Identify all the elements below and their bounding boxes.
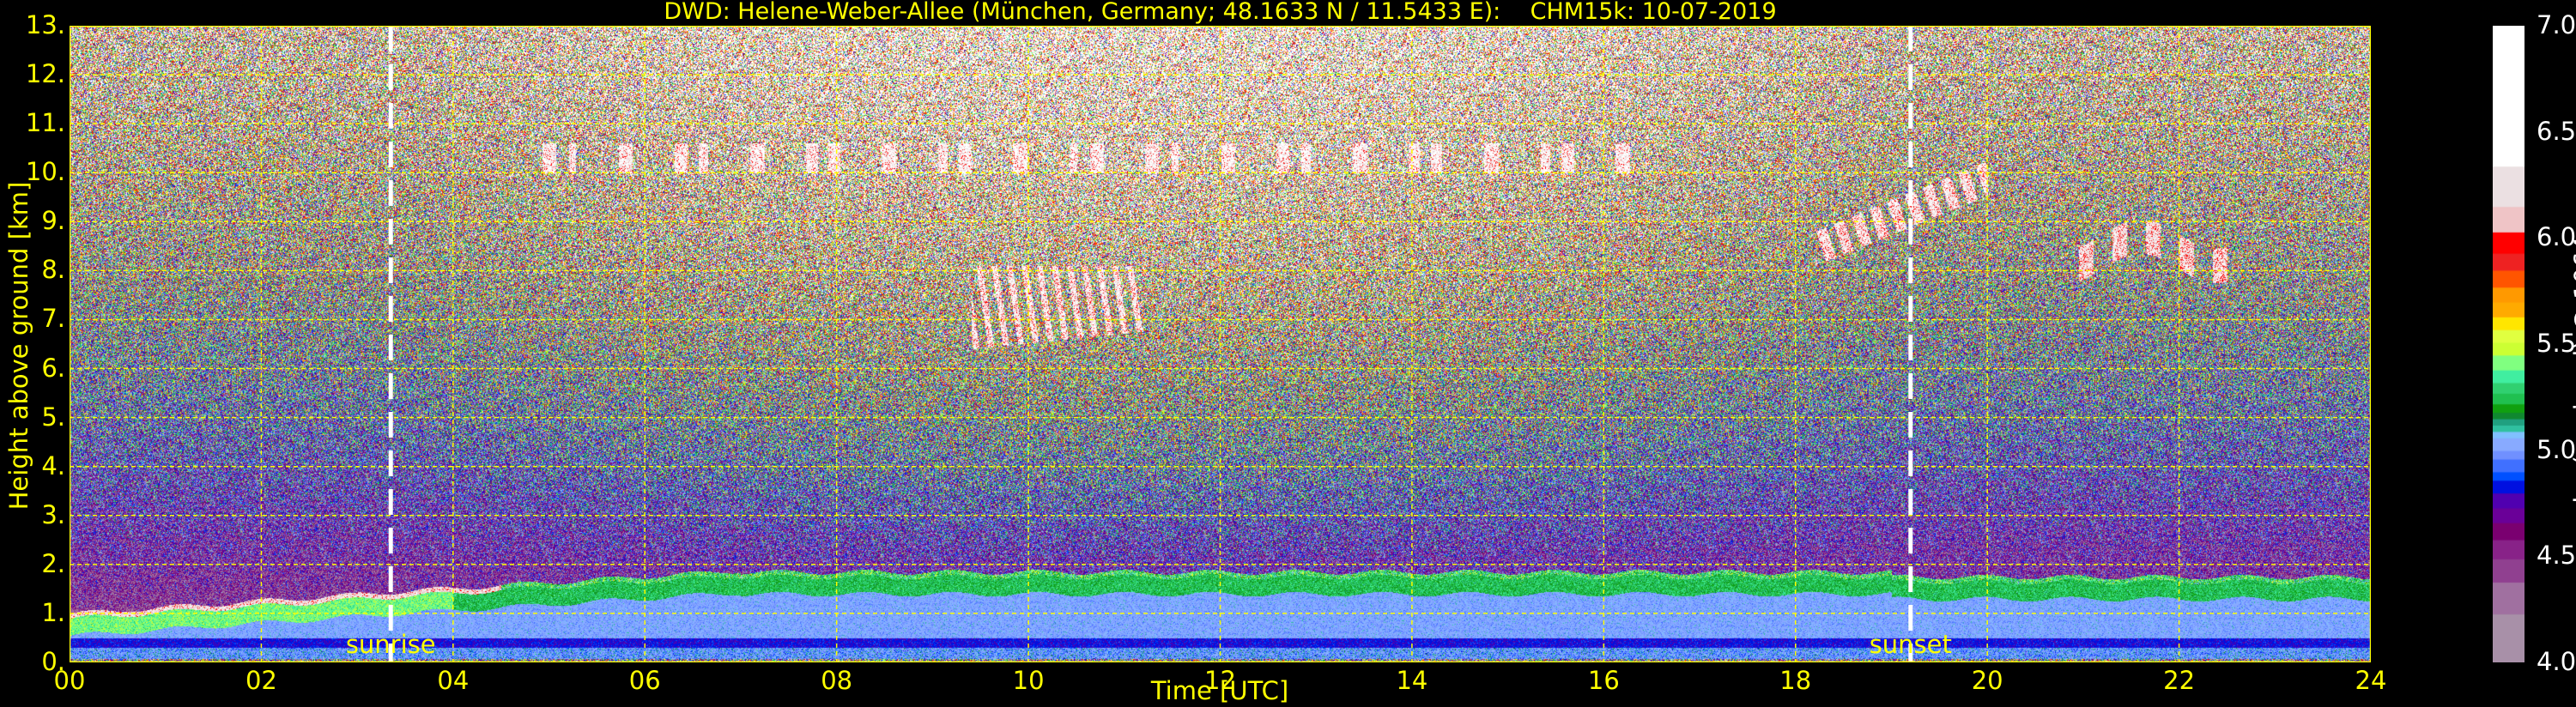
x-tick-label: 00 [53, 666, 86, 695]
x-tick-label: 06 [628, 666, 661, 695]
colorbar [2493, 26, 2524, 662]
x-tick-label: 02 [245, 666, 277, 695]
plot-area [70, 26, 2371, 662]
x-tick-label: 10 [1012, 666, 1045, 695]
colorbar-tick-label: 7.0 [2537, 10, 2576, 39]
y-axis-label: Height above ground [km] [4, 181, 33, 511]
x-tick-label: 16 [1587, 666, 1620, 695]
y-tick-label: 13. [25, 10, 65, 39]
y-tick-label: 12. [25, 59, 65, 89]
sunrise-label: sunrise [345, 630, 436, 659]
y-tick-label: 2. [41, 548, 65, 578]
x-tick-label: 18 [1779, 666, 1812, 695]
colorbar-label: log(rc-signal) @ 1064 nm [2569, 188, 2576, 504]
x-tick-label: 20 [1971, 666, 2003, 695]
x-tick-label: 04 [437, 666, 470, 695]
x-axis-label: Time [UTC] [1150, 676, 1289, 705]
x-tick-label: 14 [1396, 666, 1428, 695]
colorbar-tick-label: 6.5 [2537, 116, 2576, 146]
y-tick-label: 11. [25, 108, 65, 138]
sunset-label: sunset [1869, 630, 1952, 659]
x-tick-label: 08 [821, 666, 853, 695]
x-tick-label: 22 [2163, 666, 2196, 695]
colorbar-tick-label: 4.0 [2537, 647, 2576, 676]
y-tick-label: 1. [41, 597, 65, 627]
x-tick-label: 24 [2355, 666, 2387, 695]
grid-overlay [70, 26, 2371, 662]
colorbar-tick-label: 4.5 [2537, 541, 2576, 571]
chart-title: DWD: Helene-Weber-Allee (München, German… [664, 0, 1777, 25]
